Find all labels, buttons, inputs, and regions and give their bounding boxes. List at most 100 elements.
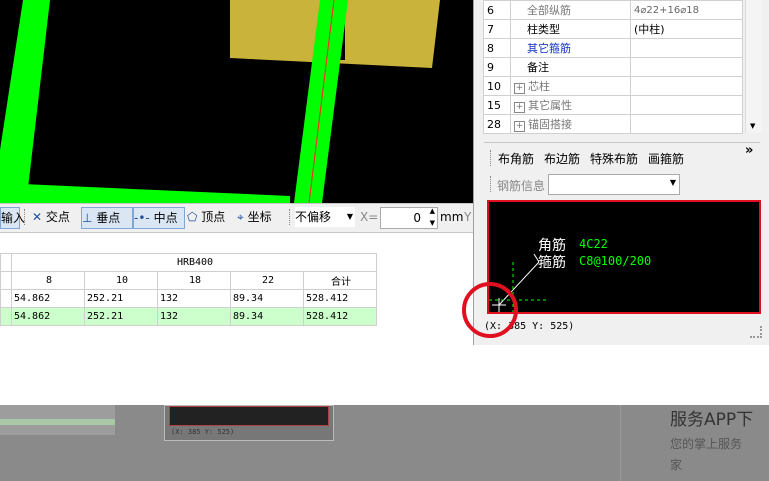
stirrup-label: 箍筋 — [538, 255, 566, 271]
vertex-button[interactable]: ⬠ 顶点 — [187, 207, 225, 227]
snap-toolbar: 输入 ✕ 交点 ⊥ 垂点 -•- 中点 ⬠ 顶点 ⌖ 坐标 不偏移 ▼ X= 0… — [0, 203, 473, 233]
dropdown-arrow-icon: ▼ — [346, 212, 353, 221]
input-button[interactable]: 输入 — [0, 207, 25, 229]
x-input[interactable]: 0 ▲ ▼ — [380, 207, 438, 229]
corner-rebar-button[interactable]: 布角筋 — [498, 150, 534, 167]
property-name: 其它箍筋 — [510, 38, 631, 58]
intersection-icon: ✕ — [32, 210, 43, 224]
input-label: 输入 — [1, 211, 26, 225]
offset-select-value: 不偏移 — [295, 210, 332, 224]
special-rebar-button[interactable]: 特殊布筋 — [590, 150, 638, 167]
table-cell: 89.34 — [230, 289, 304, 308]
row-header-cell — [0, 289, 12, 308]
property-value[interactable] — [630, 95, 743, 115]
background-page: (X: 385 Y: 525) 服务APP下 您的掌上服务 家 — [0, 405, 769, 481]
table-cell: 54.862 — [11, 289, 85, 308]
resize-grip[interactable] — [750, 326, 762, 338]
table-cell: 54.862 — [11, 307, 85, 326]
panel-divider — [484, 142, 760, 143]
property-number: 10 — [483, 76, 511, 96]
app-download-subtitle-2: 家 — [670, 458, 683, 472]
property-name: 锚固搭接 — [528, 118, 572, 131]
property-name: 柱类型 — [510, 19, 631, 39]
scroll-down-icon[interactable]: ▼ — [750, 122, 755, 130]
property-value[interactable] — [630, 76, 743, 96]
property-name-cell: + 锚固搭接 — [510, 114, 631, 134]
column-header: 8 — [11, 271, 85, 290]
diameter-row: 8 10 18 22 合计 — [0, 271, 377, 290]
table-cell: 252.21 — [84, 307, 158, 326]
table-row[interactable]: 54.862 252.21 132 89.34 528.412 — [0, 307, 377, 326]
row-header-cell — [0, 253, 12, 272]
property-value[interactable] — [630, 114, 743, 134]
table-row[interactable]: 54.862 252.21 132 89.34 528.412 — [0, 289, 377, 308]
property-value[interactable] — [630, 57, 743, 77]
vertex-label: 顶点 — [201, 210, 226, 224]
property-number: 9 — [483, 57, 511, 77]
property-value[interactable] — [630, 38, 743, 58]
expand-icon[interactable]: + — [514, 102, 525, 113]
perpendicular-label: 垂点 — [96, 211, 121, 225]
table-header-row: HRB400 — [0, 253, 377, 272]
table-cell: 528.412 — [303, 289, 377, 308]
intersection-button[interactable]: ✕ 交点 — [32, 207, 70, 227]
property-name-cell: + 其它属性 — [510, 95, 631, 115]
divider — [620, 405, 621, 481]
property-number: 6 — [483, 0, 511, 20]
property-value[interactable]: (中柱) — [630, 19, 743, 39]
table-cell: 132 — [157, 289, 231, 308]
app-download-title[interactable]: 服务APP下 — [670, 405, 753, 430]
draw-stirrup-button[interactable]: 画箍筋 — [648, 150, 684, 167]
perpendicular-button[interactable]: ⊥ 垂点 — [81, 207, 133, 229]
x-value: 0 — [413, 211, 421, 225]
section-preview[interactable]: 角筋 4C22 箍筋 C8@100/200 — [487, 200, 761, 314]
wall-bottom — [0, 183, 290, 203]
row-header-cell — [0, 271, 12, 290]
property-number: 7 — [483, 19, 511, 39]
column-header: 22 — [230, 271, 304, 290]
separator — [289, 209, 291, 225]
property-row[interactable]: 9 备注 — [483, 57, 743, 77]
property-row[interactable]: 7 柱类型 (中柱) — [483, 19, 743, 39]
property-number: 8 — [483, 38, 511, 58]
column-header: 10 — [84, 271, 158, 290]
property-name: 全部纵筋 — [510, 0, 631, 20]
expand-icon[interactable]: + — [514, 121, 525, 132]
perpendicular-icon: ⊥ — [82, 211, 93, 225]
property-row[interactable]: 28 + 锚固搭接 — [483, 114, 743, 134]
property-table: 6 全部纵筋 4⌀22+16⌀18 7 柱类型 (中柱) 8 其它箍筋 9 备注… — [483, 0, 743, 134]
spinner-icon[interactable]: ▲ ▼ — [430, 205, 435, 229]
y-label: Y — [464, 210, 472, 224]
property-name: 其它属性 — [528, 99, 572, 112]
midpoint-button[interactable]: -•- 中点 — [133, 207, 185, 229]
offset-select[interactable]: 不偏移 ▼ — [295, 207, 355, 227]
intersection-label: 交点 — [45, 210, 70, 224]
separator — [490, 176, 492, 192]
property-row[interactable]: 10 + 芯柱 — [483, 76, 743, 96]
column-header: 合计 — [303, 271, 377, 290]
grade-header: HRB400 — [11, 253, 377, 272]
property-name-cell: + 芯柱 — [510, 76, 631, 96]
property-scrollbar[interactable]: ▼ — [745, 0, 762, 133]
rebar-info-select[interactable]: ▼ — [548, 174, 680, 195]
property-value[interactable]: 4⌀22+16⌀18 — [630, 0, 743, 20]
drawing — [0, 0, 440, 203]
vertex-icon: ⬠ — [187, 210, 198, 224]
property-number: 28 — [483, 114, 511, 134]
dropdown-arrow-icon: ▼ — [669, 178, 676, 187]
edge-rebar-button[interactable]: 布边筋 — [544, 150, 580, 167]
table-cell: 89.34 — [230, 307, 304, 326]
midpoint-label: 中点 — [153, 211, 178, 225]
property-row[interactable]: 6 全部纵筋 4⌀22+16⌀18 — [483, 0, 743, 20]
column-header: 18 — [157, 271, 231, 290]
rebar-table: HRB400 8 10 18 22 合计 54.862 252.21 132 8… — [0, 253, 377, 326]
corner-rebar-value: 4C22 — [579, 237, 608, 251]
row-header-cell — [0, 307, 12, 326]
more-tools-button[interactable]: » — [745, 143, 753, 158]
property-row[interactable]: 8 其它箍筋 — [483, 38, 743, 58]
coordinate-button[interactable]: ⌖ 坐标 — [237, 207, 272, 227]
property-row[interactable]: 15 + 其它属性 — [483, 95, 743, 115]
rebar-info-label: 钢筋信息 — [497, 179, 546, 193]
expand-icon[interactable]: + — [514, 83, 525, 94]
cad-canvas[interactable] — [0, 0, 473, 203]
